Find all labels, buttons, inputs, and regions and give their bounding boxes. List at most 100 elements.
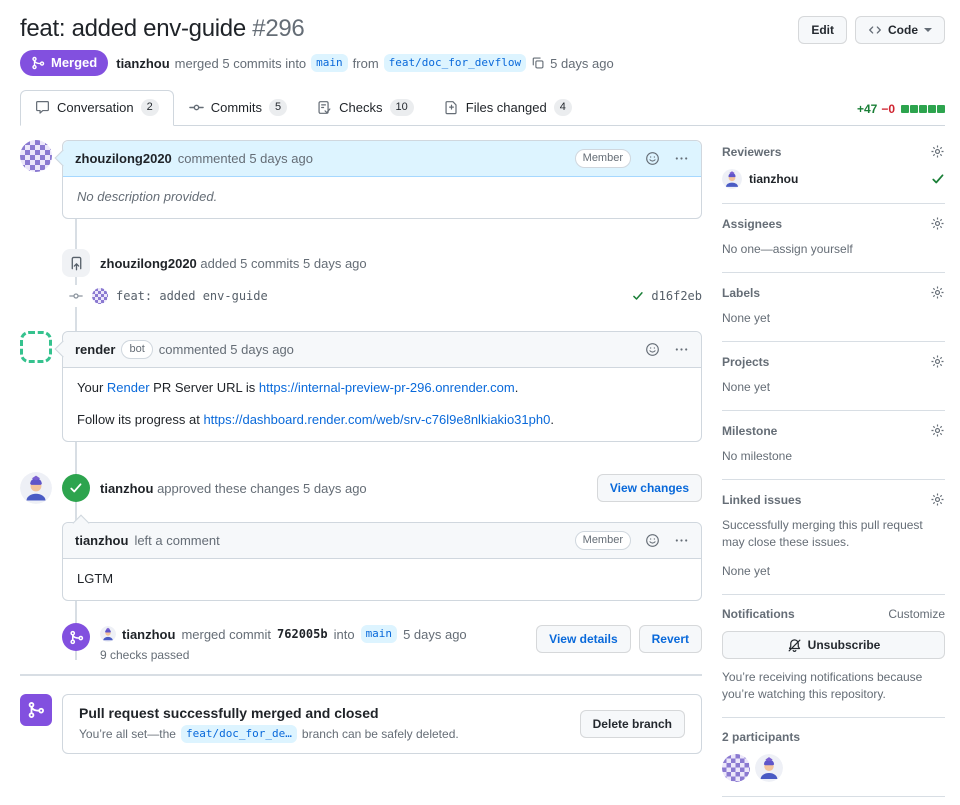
- commit-sha-link[interactable]: d16f2eb: [651, 289, 702, 303]
- op-comment-body: No description provided.: [77, 189, 218, 204]
- kebab-menu-icon[interactable]: [674, 151, 689, 166]
- participant-avatar-zhouzilong2020[interactable]: [722, 754, 750, 782]
- render-link[interactable]: Render: [107, 380, 150, 395]
- op-comment: zhouzilong2020 commented 5 days ago Memb…: [20, 140, 702, 219]
- kebab-menu-icon[interactable]: [674, 533, 689, 548]
- bot-comment: render bot commented 5 days ago Your Ren…: [20, 331, 702, 442]
- bot-comment-header: render bot commented 5 days ago: [63, 332, 701, 368]
- edit-button[interactable]: Edit: [798, 16, 847, 44]
- reviewers-section: Reviewers tianzhou: [722, 144, 945, 204]
- commit-message-link[interactable]: feat: added env-guide: [116, 289, 268, 303]
- base-branch-label[interactable]: main: [311, 54, 348, 72]
- assignees-gear-icon[interactable]: [930, 216, 945, 231]
- assignees-empty-text[interactable]: No one—assign yourself: [722, 241, 945, 258]
- commit-row: feat: added env-guide d16f2eb: [20, 285, 702, 307]
- view-details-button[interactable]: View details: [536, 625, 631, 653]
- merged-status-badge: Merged: [20, 50, 109, 76]
- checklist-icon: [317, 100, 332, 115]
- pr-number: #296: [252, 15, 305, 42]
- emoji-reaction-icon[interactable]: [645, 151, 660, 166]
- projects-gear-icon[interactable]: [930, 354, 945, 369]
- diffstat-blocks: [901, 105, 945, 113]
- checks-passed-toggle[interactable]: 9 checks passed: [100, 648, 467, 662]
- merged-sha[interactable]: 762005b: [277, 627, 328, 641]
- event-author-link[interactable]: tianzhou: [122, 627, 175, 642]
- git-commit-icon: [189, 100, 204, 115]
- timeline-divider: [20, 674, 702, 676]
- delete-branch-button[interactable]: Delete branch: [579, 710, 685, 738]
- participant-avatar-tianzhou[interactable]: [755, 754, 783, 782]
- conversation-timeline: zhouzilong2020 commented 5 days ago Memb…: [20, 140, 702, 797]
- header-actions: Edit Code: [798, 14, 945, 44]
- revert-button[interactable]: Revert: [638, 625, 702, 653]
- merged-banner: Pull request successfully merged and clo…: [20, 694, 702, 754]
- customize-link[interactable]: Customize: [888, 607, 945, 621]
- preview-url-link[interactable]: https://internal-preview-pr-296.onrender…: [259, 380, 515, 395]
- commit-avatar[interactable]: [92, 288, 108, 304]
- linked-issues-section: Linked issues Successfully merging this …: [722, 480, 945, 595]
- git-merge-icon: [20, 694, 52, 726]
- dashboard-url-link[interactable]: https://dashboard.render.com/web/srv-c76…: [203, 412, 550, 427]
- emoji-reaction-icon[interactable]: [645, 533, 660, 548]
- git-merge-icon: [31, 56, 45, 70]
- approved-check-icon: [931, 172, 945, 186]
- author-link[interactable]: tianzhou: [116, 56, 169, 71]
- assignees-section: Assignees No one—assign yourself: [722, 204, 945, 273]
- member-badge: Member: [574, 531, 631, 550]
- merged-banner-subtitle: You’re all set—the feat/doc_for_de… bran…: [79, 725, 459, 743]
- milestone-section: Milestone No milestone: [722, 411, 945, 480]
- checks-count: 10: [389, 99, 414, 116]
- check-icon[interactable]: [632, 290, 644, 302]
- files-changed-count: 4: [553, 99, 572, 116]
- bell-slash-icon: [787, 638, 802, 653]
- reviewers-gear-icon[interactable]: [930, 144, 945, 159]
- head-branch-label[interactable]: feat/doc_for_devflow: [383, 54, 527, 72]
- deleted-branch-label[interactable]: feat/doc_for_de…: [180, 725, 297, 743]
- code-icon: [868, 23, 882, 37]
- tab-commits[interactable]: Commits 5: [174, 90, 302, 126]
- unsubscribe-button[interactable]: Unsubscribe: [722, 631, 945, 659]
- comment-icon: [35, 100, 50, 115]
- git-merge-icon: [62, 623, 90, 651]
- code-button[interactable]: Code: [855, 16, 945, 44]
- event-author-link[interactable]: zhouzilong2020: [100, 256, 197, 271]
- comment-author-link[interactable]: tianzhou: [75, 532, 128, 550]
- bot-badge: bot: [121, 340, 153, 359]
- comment-author-link[interactable]: render: [75, 341, 115, 359]
- tab-checks[interactable]: Checks 10: [302, 90, 429, 126]
- kebab-menu-icon[interactable]: [674, 342, 689, 357]
- view-changes-button[interactable]: View changes: [596, 474, 702, 502]
- linked-issues-empty-text: None yet: [722, 564, 771, 578]
- milestone-gear-icon[interactable]: [930, 423, 945, 438]
- labels-gear-icon[interactable]: [930, 285, 945, 300]
- avatar-tianzhou-small[interactable]: [100, 626, 116, 642]
- comment-author-link[interactable]: zhouzilong2020: [75, 150, 172, 168]
- pr-sidebar: Reviewers tianzhou Assignees No one—assi…: [722, 140, 945, 797]
- milestone-empty-text: No milestone: [722, 449, 793, 463]
- tab-files-changed[interactable]: Files changed 4: [429, 90, 587, 126]
- reviewer-name-link[interactable]: tianzhou: [749, 172, 924, 186]
- conversation-count: 2: [140, 99, 159, 116]
- pr-page: feat: added env-guide #296 Edit Code Mer…: [0, 0, 960, 805]
- avatar-tianzhou-small[interactable]: [722, 169, 742, 189]
- tab-conversation[interactable]: Conversation 2: [20, 90, 174, 126]
- emoji-reaction-icon[interactable]: [645, 342, 660, 357]
- commits-count: 5: [269, 99, 288, 116]
- linked-issues-gear-icon[interactable]: [930, 492, 945, 507]
- pr-status-row: Merged tianzhou merged 5 commits into ma…: [20, 50, 945, 76]
- avatar-render-bot[interactable]: [20, 331, 52, 363]
- base-branch-label[interactable]: main: [360, 625, 398, 643]
- review-comment-header: tianzhou left a comment Member: [63, 523, 701, 559]
- event-author-link[interactable]: tianzhou: [100, 481, 153, 496]
- avatar-tianzhou[interactable]: [20, 472, 52, 504]
- notifications-section: Notifications Customize Unsubscribe You’…: [722, 595, 945, 718]
- pr-title-text: feat: added env-guide: [20, 15, 246, 42]
- diffstat: +47 −0: [857, 102, 945, 125]
- copy-branch-icon[interactable]: [531, 56, 545, 70]
- labels-section: Labels None yet: [722, 273, 945, 342]
- pr-tabs: Conversation 2 Commits 5 Checks 10 Files…: [20, 90, 945, 126]
- avatar-zhouzilong2020[interactable]: [20, 140, 52, 172]
- projects-empty-text: None yet: [722, 380, 771, 394]
- git-commit-icon: [68, 285, 84, 307]
- member-badge: Member: [574, 149, 631, 168]
